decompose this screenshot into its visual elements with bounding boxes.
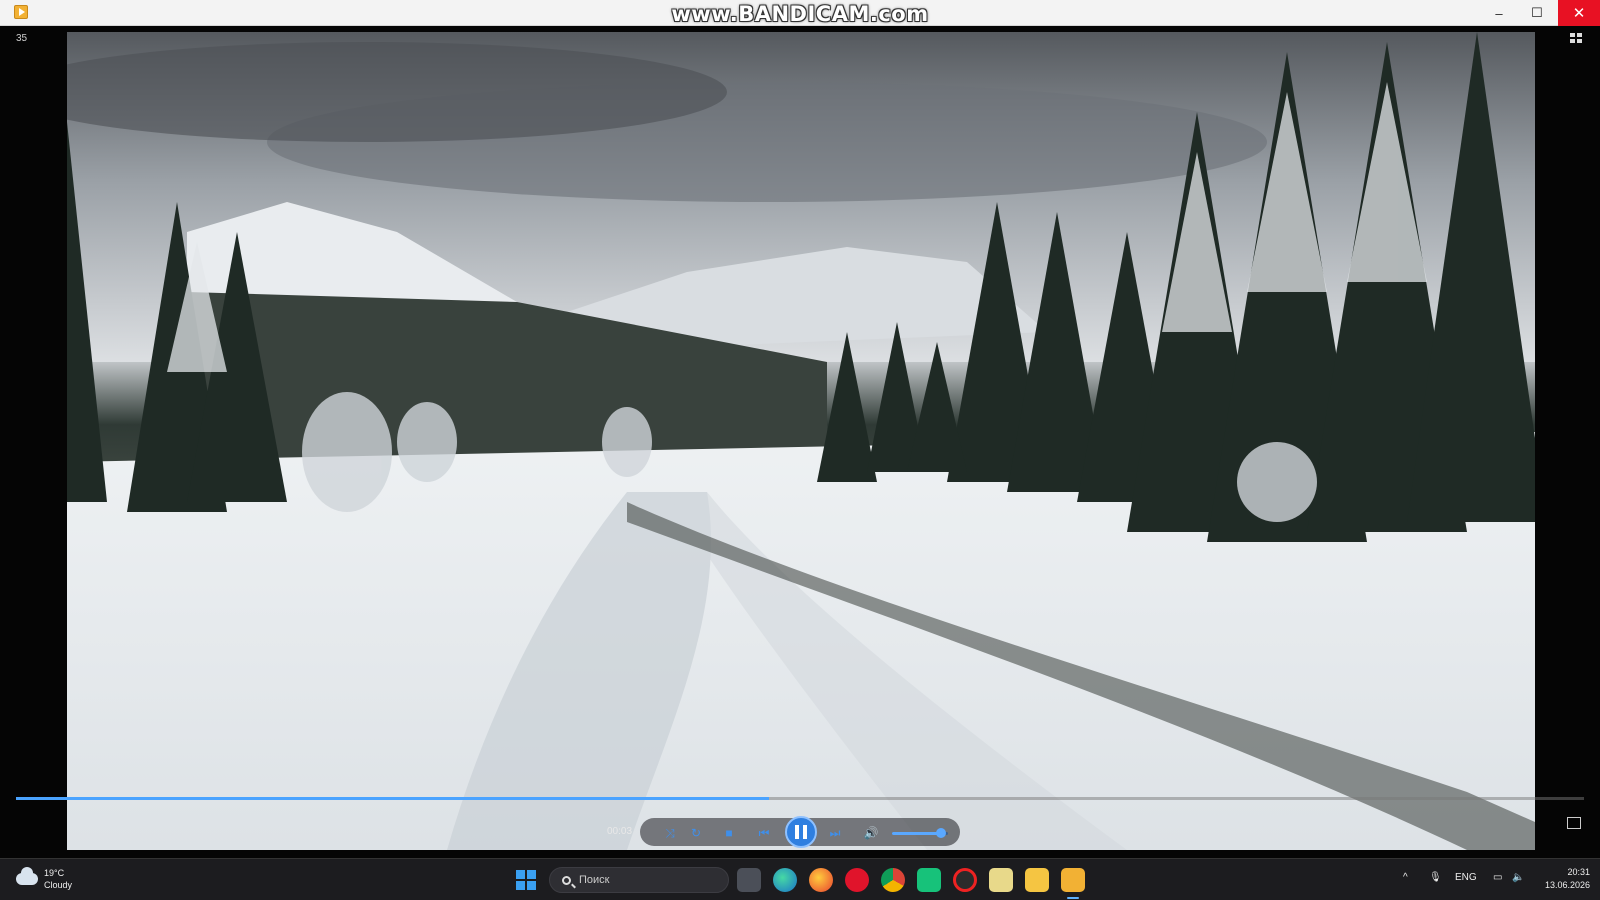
- minimize-button[interactable]: –: [1480, 0, 1518, 26]
- clock-date: 13.06.2026: [1544, 880, 1590, 890]
- media-player-window: www.BANDICAM.com – ☐ ✕ 35 00:03 ⤨ ↻ ■ ⏮ …: [0, 0, 1600, 858]
- shuffle-icon[interactable]: ⤨: [661, 824, 679, 842]
- fullscreen-icon[interactable]: [1567, 817, 1581, 829]
- pause-bar-right: [803, 825, 807, 839]
- taskbar-clock[interactable]: 20:31 13.06.2026: [1540, 866, 1590, 892]
- opera-icon[interactable]: [845, 868, 869, 892]
- clock-time: 20:31: [1567, 867, 1590, 877]
- windows-taskbar: 19°C Cloudy Поиск ^ 🎙 ENG ▭ 🔈 20:31 13.0…: [0, 858, 1600, 900]
- snowy-landscape-image: [67, 32, 1535, 850]
- chrome-icon[interactable]: [881, 868, 905, 892]
- repeat-icon[interactable]: ↻: [687, 824, 705, 842]
- bandicam-watermark: www.BANDICAM.com: [671, 2, 929, 26]
- language-indicator[interactable]: ENG: [1455, 872, 1477, 883]
- next-icon[interactable]: ⏭: [826, 824, 844, 842]
- network-icon[interactable]: ▭: [1493, 872, 1502, 883]
- weather-temperature: 19°C: [44, 868, 65, 878]
- speaker-icon[interactable]: 🔈: [1512, 872, 1524, 883]
- maximize-button[interactable]: ☐: [1518, 0, 1556, 26]
- weather-widget[interactable]: 19°C Cloudy: [16, 867, 72, 891]
- record-icon[interactable]: [953, 868, 977, 892]
- chevron-up-icon[interactable]: ^: [1403, 872, 1408, 883]
- edge-icon[interactable]: [773, 868, 797, 892]
- fps-counter: 35: [16, 33, 28, 44]
- notes-icon[interactable]: [989, 868, 1013, 892]
- stop-icon[interactable]: ■: [720, 824, 738, 842]
- current-time: 00:03: [607, 826, 633, 837]
- volume-level: [892, 832, 942, 835]
- search-placeholder: Поиск: [579, 874, 610, 886]
- pause-bar-left: [795, 825, 799, 839]
- previous-icon[interactable]: ⏮: [755, 824, 773, 842]
- windows-start-icon[interactable]: [516, 870, 536, 890]
- seek-bar[interactable]: [16, 797, 1584, 800]
- volume-icon[interactable]: 🔊: [862, 824, 880, 842]
- weather-description: Cloudy: [44, 880, 73, 890]
- close-button[interactable]: ✕: [1558, 0, 1600, 26]
- pause-button[interactable]: [785, 816, 817, 848]
- playlist-grid-icon[interactable]: [1570, 33, 1584, 45]
- active-app-indicator: [1067, 897, 1079, 899]
- seek-bar-progress: [16, 797, 769, 800]
- task-view-icon[interactable]: [737, 868, 761, 892]
- android-app-icon[interactable]: [917, 868, 941, 892]
- search-icon: [562, 875, 571, 885]
- firefox-icon[interactable]: [809, 868, 833, 892]
- cloud-icon: [16, 867, 38, 885]
- video-frame[interactable]: [67, 32, 1535, 850]
- folder-icon[interactable]: [1025, 868, 1049, 892]
- microphone-icon[interactable]: 🎙: [1429, 872, 1442, 883]
- media-player-taskbar-icon[interactable]: [1061, 868, 1085, 892]
- taskbar-search[interactable]: Поиск: [549, 867, 729, 893]
- title-bar[interactable]: www.BANDICAM.com – ☐ ✕: [0, 0, 1600, 26]
